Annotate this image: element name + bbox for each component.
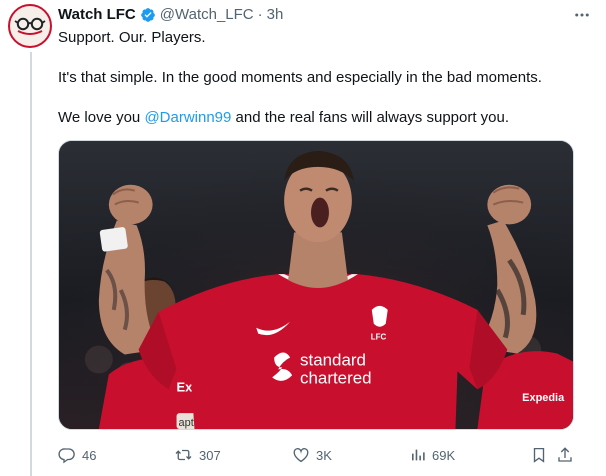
views-button[interactable]: 69K	[410, 446, 455, 464]
shirt-sponsor-line-1: standard	[300, 350, 366, 369]
header-separator: ·	[257, 6, 263, 23]
retweet-button[interactable]: 307	[174, 446, 221, 464]
tweet-line-3: We love you @Darwinn99 and the real fans…	[58, 108, 588, 128]
thread-line	[30, 52, 32, 476]
verified-badge-icon	[140, 7, 156, 23]
share-button[interactable]	[556, 446, 574, 464]
avatar[interactable]	[8, 4, 52, 48]
views-count: 69K	[432, 447, 456, 463]
tweet-line-3-end: and the real fans will always support yo…	[231, 109, 510, 126]
tweet-actions: 46 307 3K 69K	[58, 444, 588, 466]
views-chart-icon	[412, 449, 425, 461]
retweet-icon	[175, 449, 192, 461]
watch-lfc-logo-icon	[11, 7, 49, 45]
tweet-line-3-start: We love you	[58, 109, 145, 126]
tweet-card[interactable]: Watch LFC @Watch_LFC · 3h Support. Our. …	[0, 0, 606, 476]
right-player-sponsor: Expedia	[522, 392, 565, 404]
reply-button[interactable]: 46	[58, 446, 96, 464]
reply-count: 46	[82, 447, 97, 463]
tweet-line-1: Support. Our. Players.	[58, 29, 206, 46]
shirt-sponsor-line-2: chartered	[300, 368, 371, 387]
tweet-line-2: It's that simple. In the good moments an…	[58, 69, 542, 86]
share-icon	[558, 447, 572, 462]
mention-link[interactable]: @Darwinn99	[144, 109, 231, 126]
bookmark-icon	[533, 447, 545, 463]
like-button[interactable]: 3K	[292, 446, 332, 464]
heart-icon	[293, 448, 309, 463]
celebrating-player-photo: Expedia aptain Expedia	[59, 141, 573, 429]
author-handle[interactable]: @Watch_LFC	[160, 5, 254, 25]
more-dots-icon[interactable]	[568, 4, 596, 26]
tweet-header: Watch LFC @Watch_LFC · 3h	[58, 4, 588, 26]
tweet-timestamp[interactable]: 3h	[267, 5, 284, 25]
tweet-content: Watch LFC @Watch_LFC · 3h Support. Our. …	[58, 4, 589, 464]
club-crest-text: LFC	[371, 333, 387, 342]
author-name[interactable]: Watch LFC	[58, 5, 136, 25]
bookmark-button[interactable]	[530, 446, 548, 464]
like-count: 3K	[316, 447, 332, 463]
tweet-text: Support. Our. Players. It's that simple.…	[58, 28, 588, 128]
reply-icon	[58, 448, 75, 464]
tweet-photo[interactable]: Expedia aptain Expedia	[58, 140, 574, 430]
retweet-count: 307	[199, 447, 221, 463]
